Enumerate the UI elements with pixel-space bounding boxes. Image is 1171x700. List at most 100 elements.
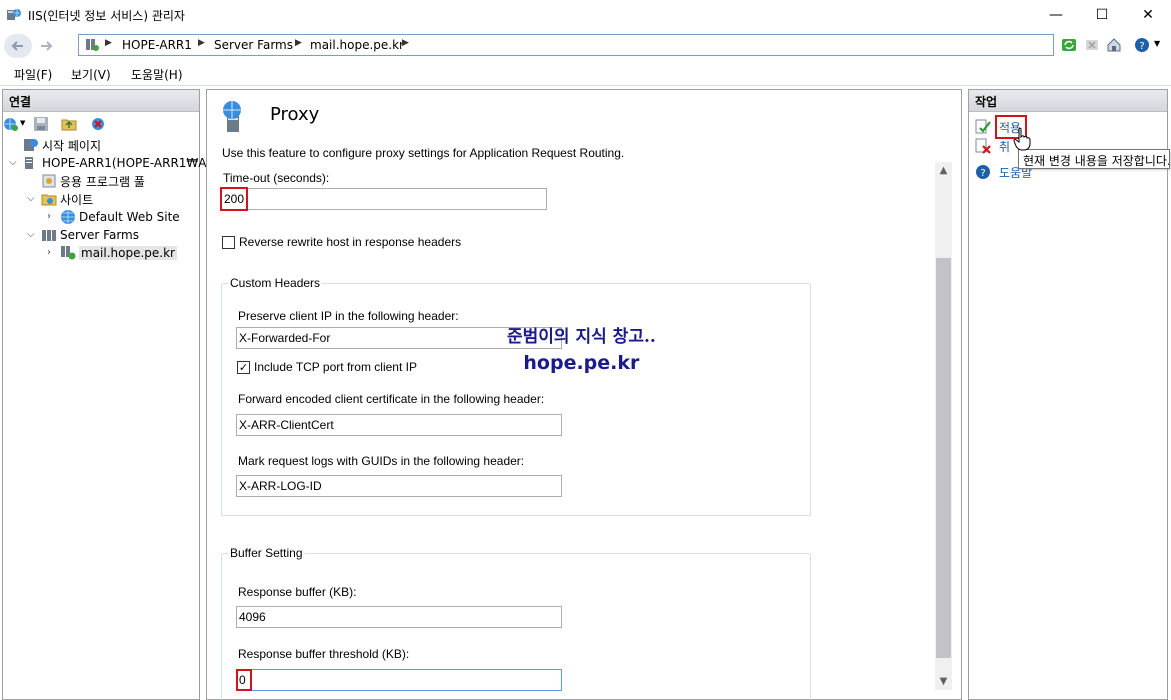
tree-label: HOPE-ARR1(HOPE-ARR1₩Ac <box>42 156 213 170</box>
breadcrumb-farm[interactable]: mail.hope.pe.kr <box>310 38 404 52</box>
connections-header: 연결 <box>3 90 199 112</box>
title-bar: IIS(인터넷 정보 서비스) 관리자 — ☐ ✕ <box>0 0 1171 30</box>
forward-button[interactable] <box>34 34 58 58</box>
tree-label: 사이트 <box>60 192 94 207</box>
cancel-label: 취 <box>999 139 1011 154</box>
breadcrumb-separator-icon: ▶ <box>198 38 205 48</box>
log-guid-label: Mark request logs with GUIDs in the foll… <box>238 454 525 468</box>
tree-label: 시작 페이지 <box>42 138 102 153</box>
tree-item-farm-selected[interactable]: mail.hope.pe.kr <box>60 244 177 262</box>
help-icon: ? <box>976 165 990 179</box>
breadcrumb-separator-icon: ▶ <box>105 38 112 48</box>
tree-label: Default Web Site <box>79 210 180 224</box>
custom-headers-title: Custom Headers <box>228 276 323 290</box>
svg-text:?: ? <box>1139 41 1144 52</box>
back-button[interactable] <box>4 34 32 58</box>
tree-item-default-web-site[interactable]: Default Web Site <box>60 208 180 226</box>
proxy-icon <box>223 101 241 132</box>
menu-help[interactable]: 도움말(H) <box>131 66 183 83</box>
server-farm-icon <box>86 39 99 51</box>
home-icon[interactable] <box>1106 37 1122 53</box>
close-icon: ✕ <box>1142 7 1154 23</box>
menu-bar: 파일(F) 보기(V) 도움말(H) <box>0 62 1171 86</box>
disconnect-icon[interactable] <box>90 116 106 132</box>
start-page-icon <box>24 139 38 151</box>
tree-item-sites[interactable]: 사이트 <box>41 190 93 208</box>
help-dropdown-icon[interactable]: ▼ <box>1154 39 1160 48</box>
timeout-input[interactable]: 200 <box>221 188 547 210</box>
maximize-button[interactable]: ☐ <box>1079 0 1125 30</box>
tree-item-start-page[interactable]: 시작 페이지 <box>23 136 101 154</box>
tree-item-server[interactable]: HOPE-ARR1(HOPE-ARR1₩Ac <box>23 154 213 172</box>
log-guid-input[interactable]: X-ARR-LOG-ID <box>236 475 562 497</box>
response-buffer-input[interactable]: 4096 <box>236 606 562 628</box>
actions-header: 작업 <box>969 90 1167 112</box>
watermark-line1: 준범이의 지식 창고.. <box>507 327 656 347</box>
connect-dropdown-icon[interactable]: ▼ <box>20 119 25 127</box>
threshold-input[interactable]: 0 <box>236 669 562 691</box>
breadcrumb-separator-icon: ▶ <box>295 38 302 48</box>
threshold-highlight <box>236 669 252 691</box>
save-icon[interactable] <box>33 116 49 132</box>
tree-label: 응용 프로그램 풀 <box>60 174 145 189</box>
cancel-icon <box>975 138 991 154</box>
buffer-setting-title: Buffer Setting <box>228 546 305 560</box>
reverse-rewrite-checkbox[interactable] <box>222 236 235 249</box>
window-title: IIS(인터넷 정보 서비스) 관리자 <box>28 9 185 23</box>
connect-icon[interactable] <box>3 116 19 132</box>
collapse-icon[interactable]: ⌵ <box>9 157 17 168</box>
menu-view[interactable]: 보기(V) <box>71 66 111 83</box>
scroll-down-icon[interactable]: ▼ <box>935 673 952 690</box>
help-icon[interactable]: ? <box>1134 37 1150 53</box>
refresh-icon[interactable] <box>1061 37 1077 53</box>
vertical-scrollbar[interactable]: ▲ ▼ <box>935 162 952 690</box>
close-button[interactable]: ✕ <box>1125 0 1171 30</box>
preserve-ip-label: Preserve client IP in the following head… <box>238 309 459 323</box>
proxy-feature-panel: Proxy Use this feature to configure prox… <box>206 89 962 700</box>
scroll-up-icon[interactable]: ▲ <box>935 162 952 179</box>
maximize-icon: ☐ <box>1095 7 1109 23</box>
connections-panel: 연결 ▼ 시작 페이지 ⌵ HOPE-ARR1(HOPE-ARR1₩Ac 응용 … <box>2 89 213 700</box>
server-farms-icon <box>42 230 56 241</box>
tree-label: mail.hope.pe.kr <box>79 246 177 260</box>
client-cert-label: Forward encoded client certificate in th… <box>238 392 545 406</box>
server-farm-icon <box>61 246 76 260</box>
timeout-label: Time-out (seconds): <box>223 171 330 185</box>
cancel-action[interactable]: 취 <box>975 137 1010 155</box>
timeout-highlight <box>220 187 248 211</box>
expand-icon[interactable]: › <box>47 211 51 222</box>
address-path[interactable]: ▶ HOPE-ARR1 ▶ Server Farms ▶ mail.hope.p… <box>78 34 1054 56</box>
hand-cursor-icon <box>1013 127 1031 151</box>
minimize-button[interactable]: — <box>1033 0 1079 30</box>
iis-manager-icon <box>7 9 21 20</box>
breadcrumb-server[interactable]: HOPE-ARR1 <box>122 38 192 52</box>
up-folder-icon[interactable] <box>61 116 77 132</box>
expand-icon[interactable]: › <box>47 247 51 258</box>
minimize-icon: — <box>1049 7 1063 23</box>
watermark: 준범이의 지식 창고.. hope.pe.kr <box>507 324 656 376</box>
tree-item-server-farms[interactable]: Server Farms <box>41 226 139 244</box>
tree-label: Server Farms <box>60 228 139 242</box>
sites-folder-icon <box>41 194 57 206</box>
breadcrumb-separator-icon: ▶ <box>402 38 409 48</box>
collapse-icon[interactable]: ⌵ <box>27 193 35 204</box>
arrow-left-icon <box>11 41 23 51</box>
connections-toolbar: ▼ <box>3 112 199 136</box>
client-cert-input[interactable]: X-ARR-ClientCert <box>236 414 562 436</box>
server-icon <box>25 157 33 169</box>
threshold-label: Response buffer threshold (KB): <box>238 647 410 661</box>
scroll-thumb[interactable] <box>936 258 951 658</box>
collapse-icon[interactable]: ⌵ <box>27 229 35 240</box>
menu-file[interactable]: 파일(F) <box>14 66 52 83</box>
reverse-rewrite-label: Reverse rewrite host in response headers <box>239 235 462 249</box>
svg-text:?: ? <box>980 168 985 179</box>
page-description: Use this feature to configure proxy sett… <box>222 146 625 160</box>
breadcrumb-server-farms[interactable]: Server Farms <box>214 38 293 52</box>
include-tcp-label: Include TCP port from client IP <box>254 360 417 374</box>
tree-item-app-pools[interactable]: 응용 프로그램 풀 <box>41 172 145 190</box>
response-buffer-label: Response buffer (KB): <box>238 585 357 599</box>
page-title: Proxy <box>270 104 320 125</box>
stop-icon[interactable] <box>1084 37 1100 53</box>
include-tcp-checkbox[interactable]: ✓ <box>237 361 250 374</box>
apply-tooltip: 현재 변경 내용을 저장합니다. <box>1018 149 1170 169</box>
